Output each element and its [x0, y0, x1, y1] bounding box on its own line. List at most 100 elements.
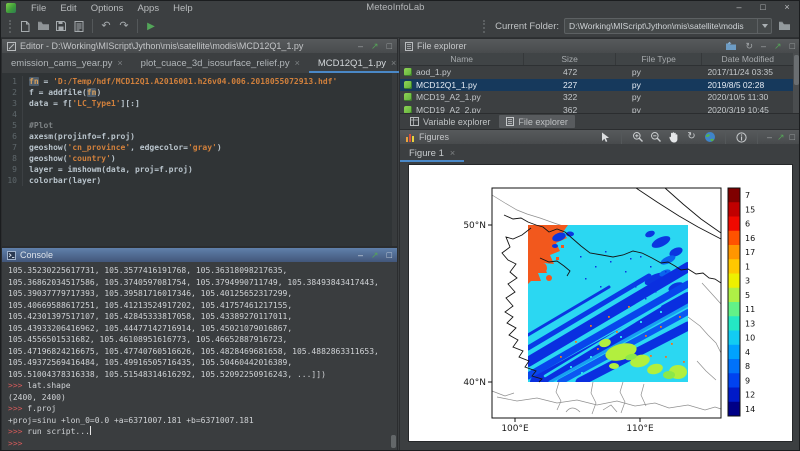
browse-folder-button[interactable]: [778, 20, 791, 32]
close-icon[interactable]: ×: [295, 58, 300, 68]
tab-file-explorer[interactable]: File explorer: [499, 115, 575, 128]
current-folder-combobox[interactable]: D:\Working\MIScript\Jython\mis\satellite…: [564, 18, 772, 34]
refresh-icon[interactable]: ↻: [745, 42, 753, 51]
figures-title: Figures: [419, 132, 449, 142]
colorbar-label: 16: [745, 234, 755, 243]
code-line: 6axesm(projinfo=f.proj): [2, 131, 397, 142]
menu-item-edit[interactable]: Edit: [53, 3, 83, 14]
save-file-button[interactable]: [52, 17, 70, 35]
table-row-MCD19_A2_2.py[interactable]: MCD19_A2_2.py362py2020/3/19 10:45: [400, 104, 793, 114]
figure-canvas[interactable]: 50°N 40°N 100°E 110°E 715616171351113104…: [408, 164, 793, 442]
open-folder-icon: [37, 20, 50, 32]
current-folder-dropdown-button[interactable]: [757, 19, 771, 33]
import-folder-icon[interactable]: [725, 41, 737, 51]
pan-button[interactable]: [667, 131, 680, 144]
column-header-filetype[interactable]: File Type: [616, 53, 703, 65]
minimize-icon[interactable]: –: [761, 42, 766, 51]
popout-icon[interactable]: ↗: [371, 42, 379, 51]
zoom-in-button[interactable]: [631, 131, 644, 144]
code-text: axesm(projinfo=f.proj): [23, 131, 135, 142]
rotate-button[interactable]: ↻: [685, 131, 698, 144]
console-line: >>> lat.shape: [8, 380, 397, 392]
minimize-icon[interactable]: –: [358, 42, 363, 51]
open-file-button[interactable]: [34, 17, 52, 35]
figure-tab[interactable]: Figure 1 ×: [400, 144, 464, 162]
maximize-icon[interactable]: □: [387, 42, 392, 51]
code-token: f = addfile(: [29, 88, 87, 97]
minimize-icon[interactable]: –: [358, 251, 363, 260]
close-icon[interactable]: ×: [450, 148, 455, 158]
run-script-button[interactable]: ▶: [142, 17, 160, 35]
code-token: 'gray': [188, 143, 217, 152]
colorbar-cell-10: [728, 331, 740, 346]
menu-item-apps[interactable]: Apps: [130, 3, 166, 14]
close-icon[interactable]: ×: [391, 58, 396, 68]
close-icon[interactable]: ×: [117, 58, 122, 68]
code-editor[interactable]: 1fn = 'D:/Temp/hdf/MCD12Q1.A2016001.h26v…: [2, 73, 397, 246]
undo-button[interactable]: ↶: [97, 17, 115, 35]
window-close-button[interactable]: ×: [775, 1, 799, 15]
console-text: (2400, 2400): [8, 393, 66, 402]
table-row-MCD19_A2_1.py[interactable]: MCD19_A2_1.py322py2020/10/5 11:30: [400, 91, 793, 104]
file-explorer-scrollbar[interactable]: [793, 53, 800, 113]
code-token: fn: [29, 77, 39, 86]
code-line: 10colorbar(layer): [2, 175, 397, 186]
tab-label: File explorer: [518, 117, 568, 127]
console-output[interactable]: 105.35230225617731, 105.3577416191768, 1…: [2, 262, 397, 451]
colorbar-cell-9: [728, 373, 740, 388]
console-line: (2400, 2400): [8, 392, 397, 404]
new-file-button[interactable]: [16, 17, 34, 35]
console-title-bar: Console – ↗ □: [2, 248, 397, 262]
code-token: #Plot: [29, 121, 53, 130]
info-icon: [736, 132, 747, 143]
window-maximize-button[interactable]: □: [751, 1, 775, 15]
file-explorer-title-bar: File explorer ↻ – ↗ □: [400, 39, 800, 53]
popout-icon[interactable]: ↗: [777, 133, 785, 142]
table-row-aod_1.py[interactable]: aod_1.py472py2017/11/24 03:35: [400, 66, 793, 79]
window-controls: – □ ×: [727, 1, 799, 15]
zoom-out-button[interactable]: [649, 131, 662, 144]
menu-item-file[interactable]: File: [24, 3, 53, 14]
table-row-MCD12Q1_1.py[interactable]: MCD12Q1_1.py227py2019/8/5 02:28: [400, 79, 793, 92]
popout-icon[interactable]: ↗: [774, 42, 782, 51]
file-explorer-scrollbar-thumb[interactable]: [794, 55, 799, 85]
maximize-icon[interactable]: □: [387, 251, 392, 260]
redo-button[interactable]: ↷: [115, 17, 133, 35]
window-minimize-button[interactable]: –: [727, 1, 751, 15]
colorbar-label: 10: [745, 334, 755, 343]
console-text: 105.4556501531682, 105.46108951616773, 1…: [8, 335, 287, 344]
code-text: layer = imshowm(data, proj=f.proj): [23, 164, 193, 175]
menu-item-options[interactable]: Options: [84, 3, 131, 14]
editor-tab-MCD12Q1_1.py[interactable]: MCD12Q1_1.py×: [309, 53, 405, 73]
minimize-icon[interactable]: –: [767, 133, 772, 142]
globe-button[interactable]: [703, 131, 716, 144]
colorbar-label: 8: [745, 362, 750, 371]
console-text: 105.36862034517586, 105.3740597081754, 1…: [8, 278, 379, 287]
editor-tab-emission_cams_year.py[interactable]: emission_cams_year.py×: [2, 53, 132, 73]
colorbar-label: 13: [745, 319, 755, 328]
column-header-size[interactable]: Size: [524, 53, 616, 65]
console-scrollbar-thumb[interactable]: [391, 435, 396, 448]
column-header-name[interactable]: Name: [400, 53, 524, 65]
current-folder-label: Current Folder:: [495, 21, 559, 32]
code-token: 'D:/Temp/hdf/MCD12Q1.A2016001.h26v04.006…: [53, 77, 337, 86]
save-as-button[interactable]: [70, 17, 88, 35]
console-line: 105.47196824216675, 105.47740760516626, …: [8, 346, 397, 358]
info-button[interactable]: [735, 131, 748, 144]
tab-variable-explorer[interactable]: Variable explorer: [403, 115, 497, 128]
file-name: aod_1.py: [416, 67, 451, 77]
console-panel-controls: – ↗ □: [358, 251, 392, 260]
colorbar-label: 1: [745, 262, 750, 271]
editor-tab-plot_cuace_3d_isosurface_relief.py[interactable]: plot_cuace_3d_isosurface_relief.py×: [132, 53, 309, 73]
column-header-datemodified[interactable]: Date Modified: [702, 53, 793, 65]
menu-items: FileEditOptionsAppsHelp: [24, 3, 200, 14]
select-tool-button[interactable]: [599, 131, 612, 144]
editor-scrollbar[interactable]: [392, 73, 397, 246]
maximize-icon[interactable]: □: [790, 42, 795, 51]
menu-item-help[interactable]: Help: [166, 3, 200, 14]
toolbar-separator: [137, 19, 138, 33]
code-token: ][:]: [121, 99, 140, 108]
maximize-icon[interactable]: □: [790, 133, 795, 142]
code-text: geoshow('cn_province', edgecolor='gray'): [23, 142, 222, 153]
popout-icon[interactable]: ↗: [371, 251, 379, 260]
